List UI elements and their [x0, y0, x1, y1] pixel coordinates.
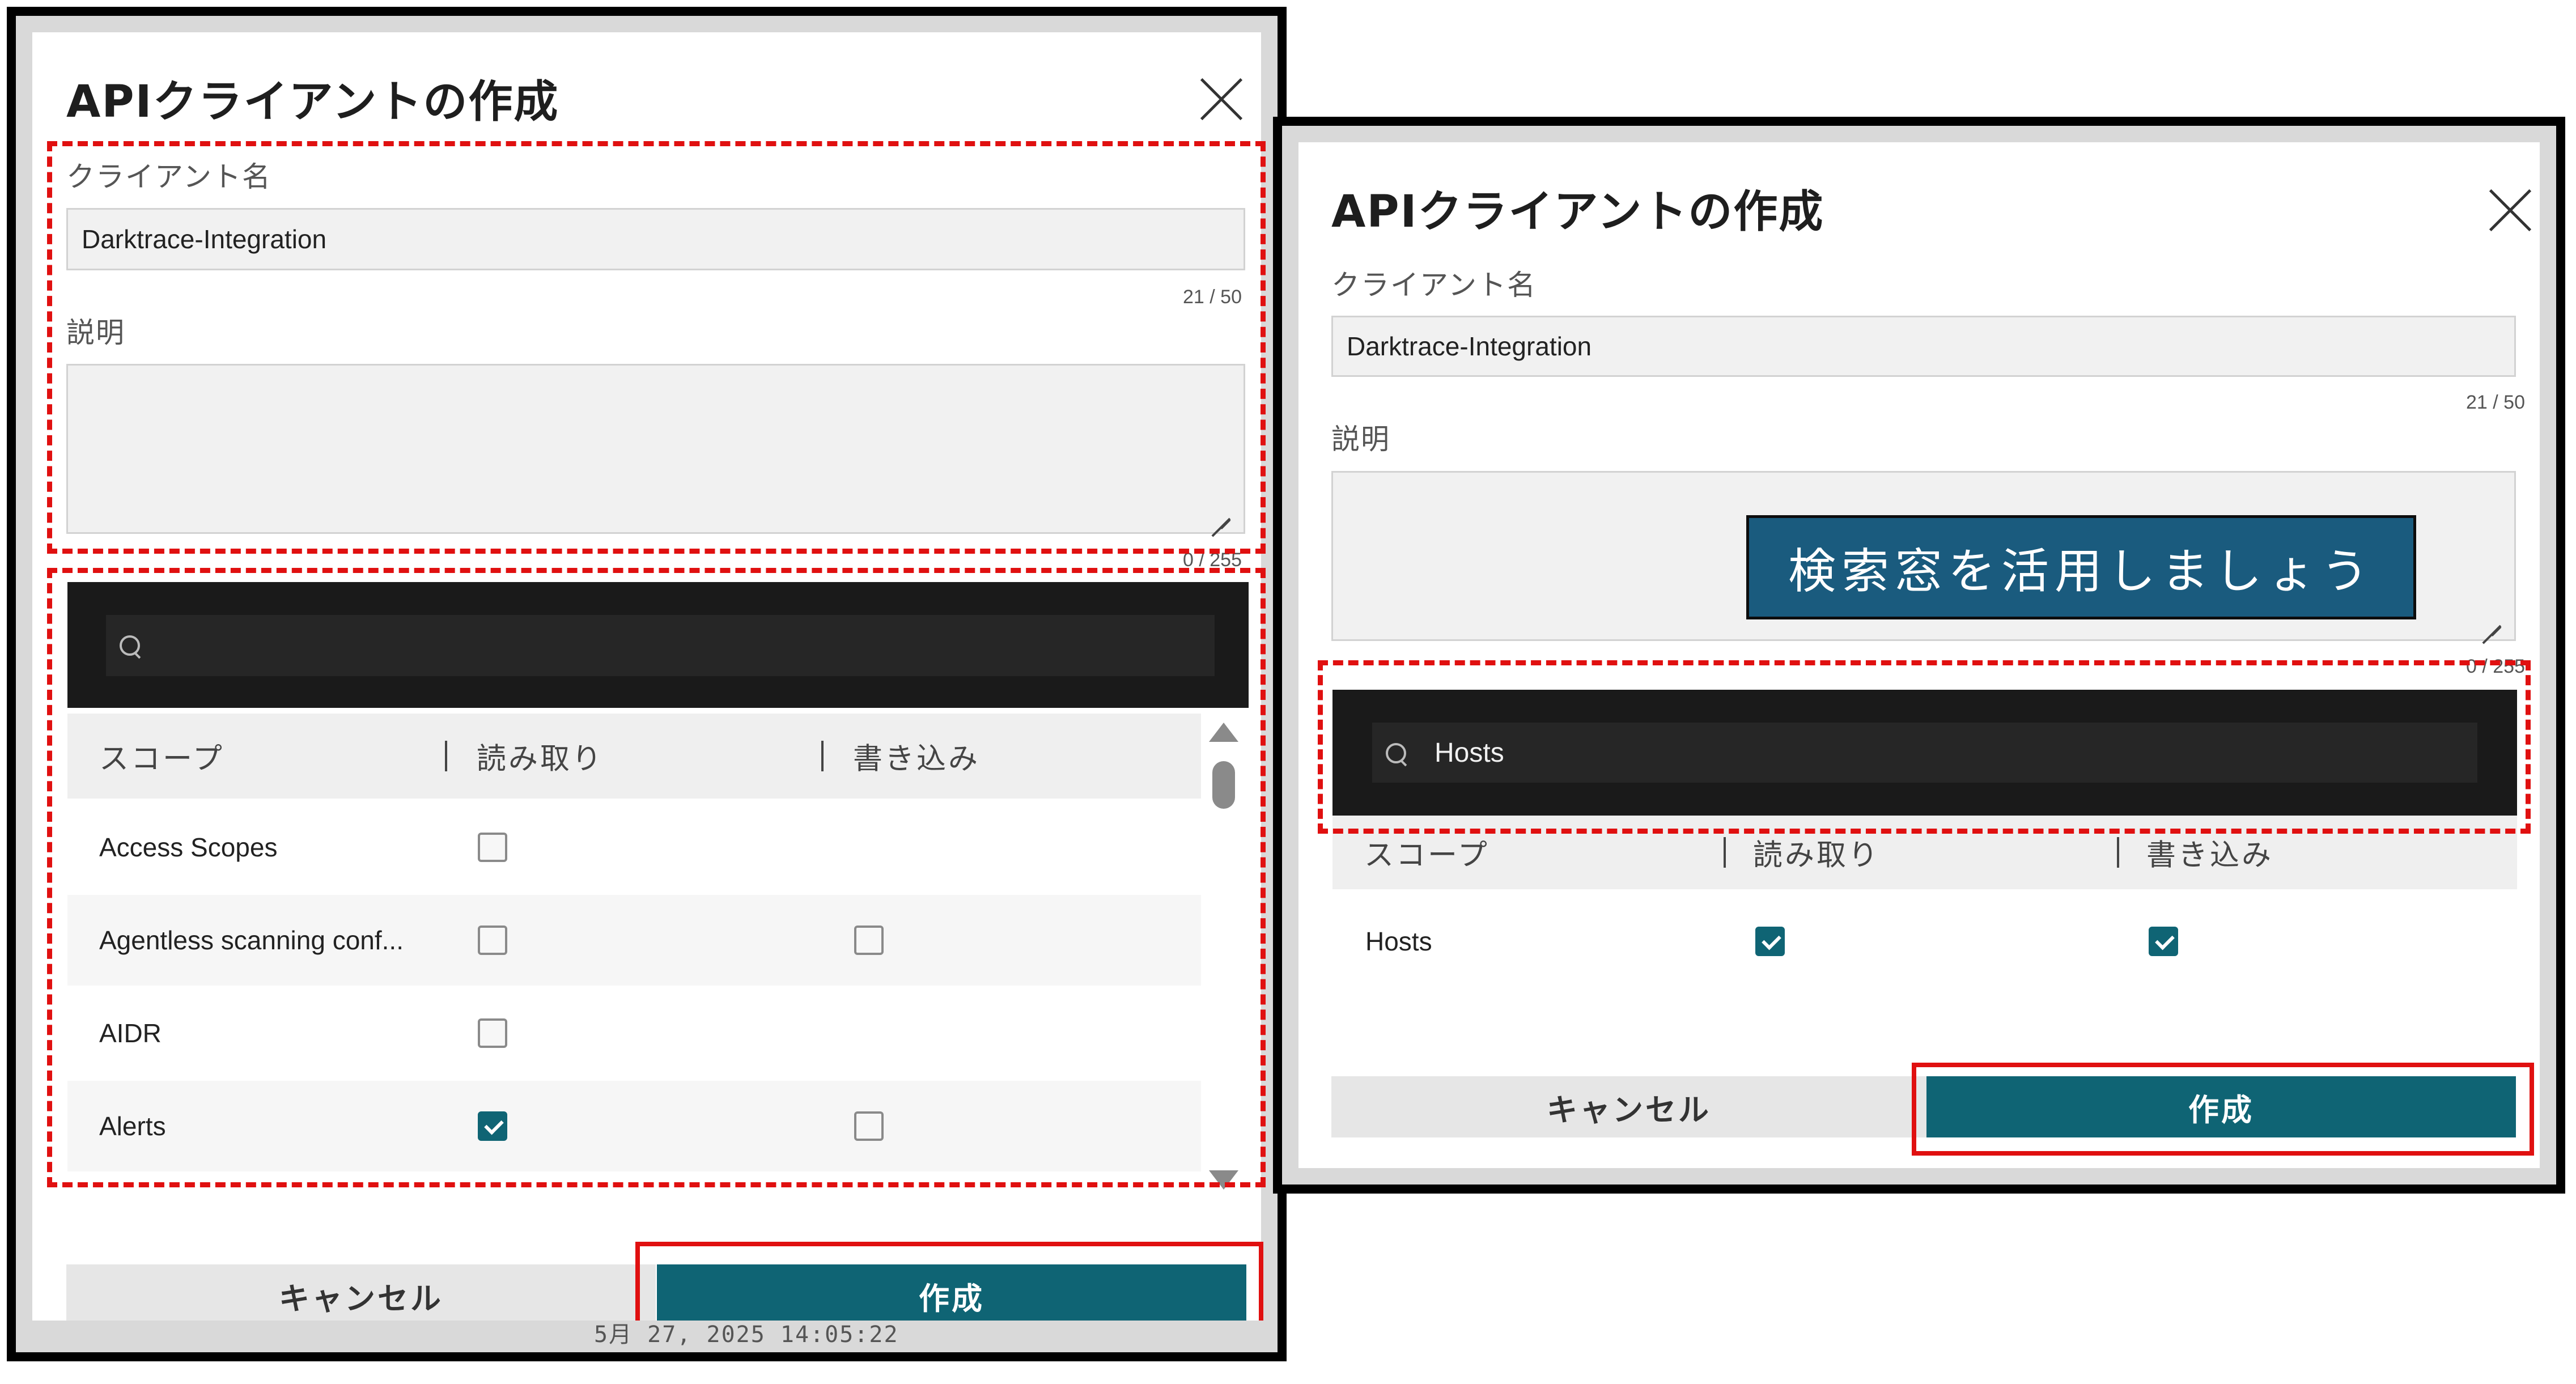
client-name-counter: 21 / 50 [2466, 392, 2525, 413]
scope-name: Hosts [1365, 927, 1432, 956]
highlight-create-button [1912, 1063, 2534, 1156]
dialog-title: APIクライアントの作成 [1331, 186, 1824, 237]
tip-callout: 検索窓を活用しましょう [1746, 515, 2416, 619]
table-row: Hosts [1332, 896, 2517, 987]
dialog-screenshot-left: APIクライアントの作成 クライアント名 Darktrace-Integrati… [7, 7, 1287, 1361]
client-name-value: Darktrace-Integration [1347, 332, 1592, 361]
write-checkbox[interactable] [2149, 927, 2178, 956]
dialog-right: APIクライアントの作成 クライアント名 Darktrace-Integrati… [1298, 142, 2540, 1168]
cancel-button[interactable]: キャンセル [1331, 1076, 1926, 1137]
column-header-scope: スコープ [1364, 838, 1489, 873]
client-name-input[interactable]: Darktrace-Integration [1331, 316, 2516, 377]
dialog-title: APIクライアントの作成 [66, 77, 559, 128]
column-separator [1724, 837, 1726, 868]
dialog-screenshot-right: APIクライアントの作成 クライアント名 Darktrace-Integrati… [1273, 117, 2565, 1194]
highlight-form-fields [47, 141, 1266, 554]
column-header-read: 読み取り [1753, 838, 1881, 873]
dialog-left: APIクライアントの作成 クライアント名 Darktrace-Integrati… [32, 32, 1266, 1345]
background-band: 5月 27, 2025 14:05:22 [16, 1321, 1278, 1352]
highlight-search-bar [1318, 660, 2531, 834]
cancel-button[interactable]: キャンセル [66, 1264, 656, 1327]
description-label: 説明 [1331, 423, 1390, 456]
background-timestamp: 5月 27, 2025 14:05:22 [594, 1322, 899, 1348]
column-separator [2117, 837, 2119, 868]
close-icon[interactable] [1200, 78, 1243, 121]
close-icon[interactable] [2489, 189, 2532, 232]
highlight-scope-table [47, 568, 1266, 1187]
read-checkbox[interactable] [1755, 927, 1785, 956]
column-header-write: 書き込み [2146, 838, 2274, 873]
resize-handle-icon[interactable] [2480, 609, 2503, 631]
client-name-label: クライアント名 [1331, 269, 1537, 302]
